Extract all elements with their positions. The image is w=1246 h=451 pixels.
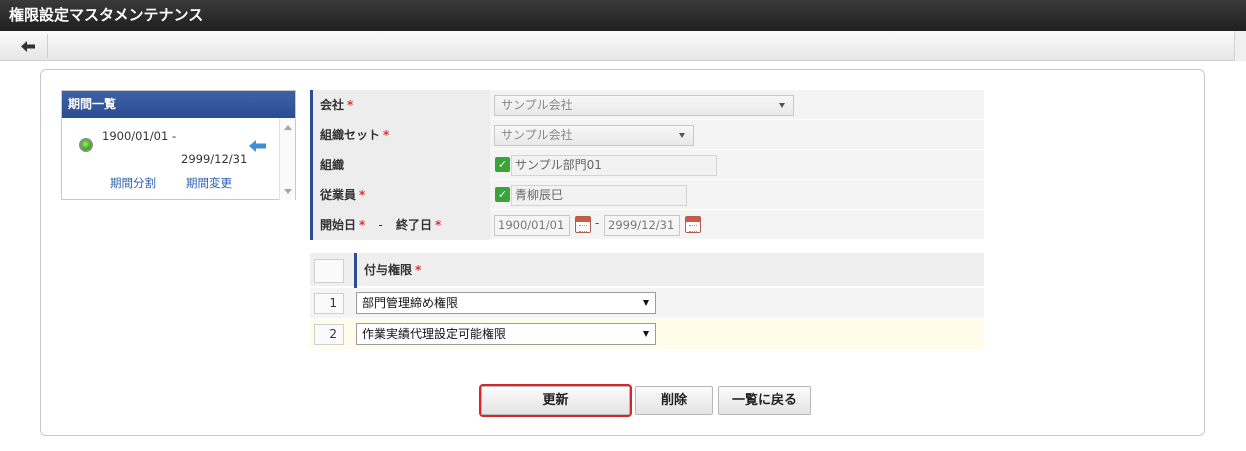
grant-select-value: 部門管理締め権限 — [362, 296, 459, 310]
org-label: 組織 — [310, 150, 490, 180]
date-range-separator: - — [595, 216, 600, 230]
toolbar — [0, 31, 1246, 61]
grant-select-value: 作業実績代理設定可能権限 — [362, 327, 507, 341]
grant-header-numbox — [314, 259, 344, 283]
date-row: 開始日 * - 終了日 * 1900/01/01 - 2999/12/31 — [310, 210, 984, 240]
chevron-down-icon — [643, 331, 649, 337]
required-mark: * — [347, 98, 354, 112]
company-select[interactable]: サンプル会社 — [494, 95, 794, 116]
select-arrow-icon[interactable] — [249, 139, 267, 153]
grant-select[interactable]: 部門管理締め権限 — [356, 292, 656, 314]
grant-table: 付与権限 * 1 部門管理締め権限 2 作業実績代理設定可能権限 — [310, 253, 984, 350]
grant-select[interactable]: 作業実績代理設定可能権限 — [356, 323, 656, 345]
back-to-list-button[interactable]: 一覧に戻る — [718, 386, 811, 415]
org-set-label: 組織セット * — [310, 120, 490, 150]
employee-row: 従業員 * ✓ 青柳辰巳 — [310, 180, 984, 210]
org-checkbox[interactable]: ✓ — [495, 157, 510, 172]
employee-field[interactable]: 青柳辰巳 — [511, 185, 687, 206]
period-list-header: 期間一覧 — [62, 91, 295, 118]
period-end: 2999/12/31 — [181, 152, 248, 166]
employee-label: 従業員 * — [310, 180, 490, 210]
chevron-down-icon — [779, 103, 785, 108]
date-label: 開始日 * - 終了日 * — [310, 210, 490, 240]
company-row: 会社 * サンプル会社 — [310, 90, 984, 120]
window-title: 権限設定マスタメンテナンス — [0, 0, 1246, 31]
org-set-select[interactable]: サンプル会社 — [494, 125, 694, 146]
period-start: 1900/01/01 - — [102, 129, 177, 143]
org-set-row: 組織セット * サンプル会社 — [310, 120, 984, 150]
back-button[interactable] — [8, 34, 48, 58]
chevron-down-icon — [679, 133, 685, 138]
chevron-down-icon — [643, 300, 649, 306]
period-split-link[interactable]: 期間分割 — [110, 175, 156, 191]
grant-row-number: 1 — [314, 293, 344, 314]
end-date-input[interactable]: 2999/12/31 — [604, 215, 680, 236]
company-select-value: サンプル会社 — [501, 98, 573, 112]
required-mark: * — [359, 188, 366, 202]
update-button[interactable]: 更新 — [479, 384, 632, 417]
employee-checkbox[interactable]: ✓ — [495, 187, 510, 202]
grant-row-number: 2 — [314, 324, 344, 345]
period-list-scrollbar[interactable] — [279, 118, 295, 200]
grant-header-label: 付与権限 * — [354, 253, 421, 288]
period-change-link[interactable]: 期間変更 — [186, 175, 232, 191]
toolbar-scrollbar[interactable] — [1234, 31, 1246, 61]
org-field[interactable]: サンプル部門01 — [511, 155, 717, 176]
calendar-icon[interactable] — [685, 216, 701, 233]
grant-row: 1 部門管理締め権限 — [310, 288, 984, 319]
delete-button[interactable]: 削除 — [635, 386, 713, 415]
org-row: 組織 ✓ サンプル部門01 — [310, 150, 984, 180]
org-set-select-value: サンプル会社 — [501, 128, 573, 142]
grant-row: 2 作業実績代理設定可能権限 — [310, 319, 984, 350]
scroll-up-icon[interactable] — [284, 125, 292, 130]
start-date-input[interactable]: 1900/01/01 — [494, 215, 570, 236]
scroll-down-icon[interactable] — [284, 189, 292, 194]
form-table: 会社 * サンプル会社 組織セット * サンプル会社 組織 ✓ サンプル部門01 従… — [310, 90, 984, 240]
company-label: 会社 * — [310, 90, 490, 120]
grant-header: 付与権限 * — [310, 253, 984, 288]
period-list: 期間一覧 1900/01/01 - 2999/12/31 期間分割 期間変更 — [61, 90, 296, 200]
arrow-left-icon — [20, 40, 35, 52]
required-mark: * — [383, 128, 390, 142]
period-radio[interactable] — [79, 138, 93, 152]
calendar-icon[interactable] — [575, 216, 591, 233]
